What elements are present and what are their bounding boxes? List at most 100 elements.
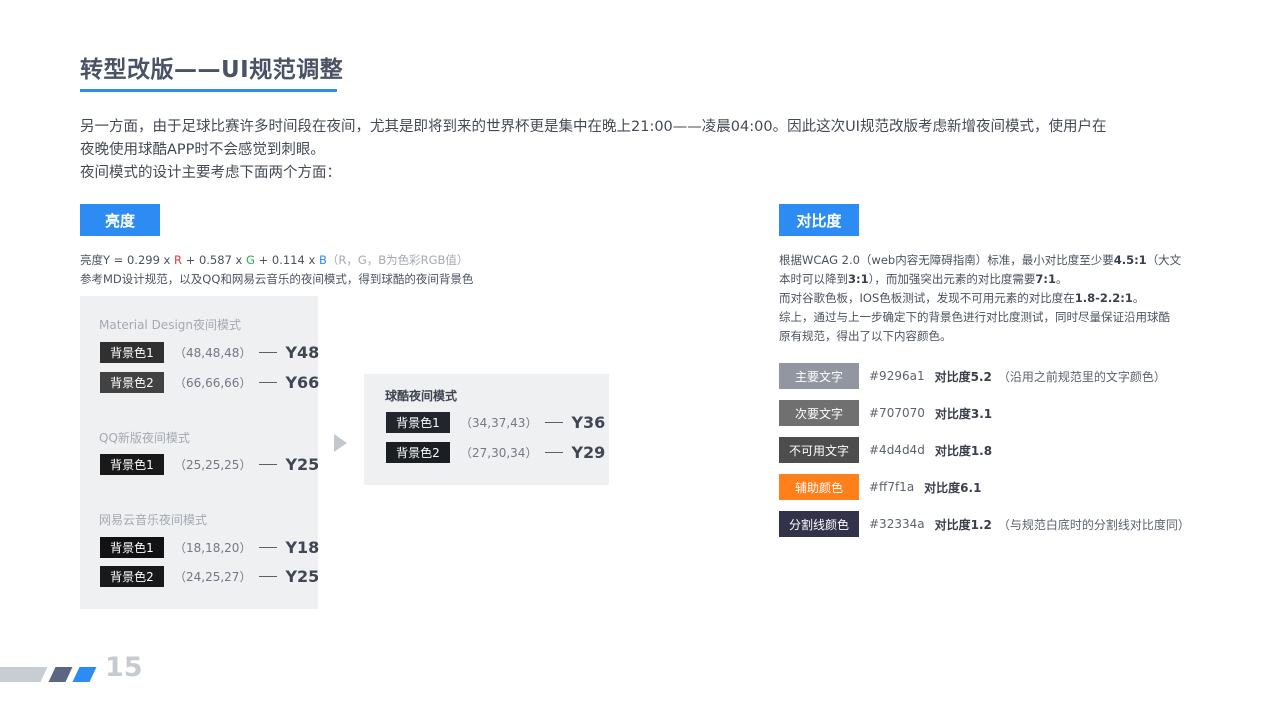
para-bold: 1.8-2.2:1 [1074, 291, 1133, 305]
color-note: （沿用之前规范里的文字颜色） [997, 369, 1166, 384]
dash-line [545, 451, 564, 453]
para-bold: 4.5:1 [1113, 253, 1147, 267]
group-title-qq: QQ新版夜间模式 [99, 431, 190, 445]
color-swatch: 次要文字 [779, 400, 859, 426]
para-text: （大文 [1146, 253, 1182, 267]
luminance-value: Y25 [285, 566, 320, 586]
intro-line-2: 夜晚使用球酷APP时不会感觉到刺眼。 [80, 142, 325, 158]
color-swatch: 主要文字 [779, 363, 859, 389]
intro-line-1: 另一方面，由于足球比赛许多时间段在夜间，尤其是即将到来的世界杯更是集中在晚上21… [80, 119, 1107, 135]
hex-value: #ff7f1a [869, 480, 915, 494]
rgb-value: （66,66,66） [174, 375, 252, 390]
contrast-color-row: 主要文字 #9296a1 对比度5.2 （沿用之前规范里的文字颜色） [779, 363, 1166, 389]
rgb-value: （27,30,34） [460, 445, 538, 460]
group-title-material: Material Design夜间模式 [99, 318, 241, 332]
brightness-formula: 亮度Y = 0.299 x R + 0.587 x G + 0.114 x B（… [80, 252, 468, 268]
contrast-color-row: 次要文字 #707070 对比度3.1 [779, 400, 992, 426]
contrast-color-row: 分割线颜色 #32334a 对比度1.2 （与规范白底时的分割线对比度同） [779, 511, 1190, 537]
para-line: 原有规范，得出了以下内容颜色。 [779, 329, 952, 343]
contrast-ratio: 对比度1.2 [934, 517, 992, 532]
dash-line [259, 575, 278, 577]
dash-line [259, 463, 278, 465]
formula-r: R [174, 253, 183, 267]
formula-note: （R，G，B为色彩RGB值） [326, 253, 469, 267]
color-row: 背景色2 （66,66,66） Y66 [100, 371, 319, 393]
footer-bar-blue [72, 667, 97, 682]
intro-line-3: 夜间模式的设计主要考虑下面两个方面： [80, 165, 341, 181]
color-swatch: 背景色2 [386, 441, 450, 463]
contrast-ratio: 对比度6.1 [924, 480, 982, 495]
para-line: 而对谷歌色板，IOS色板测试，发现不可用元素的对比度在1.8-2.2:1。 [779, 289, 1199, 308]
contrast-color-row: 不可用文字 #4d4d4d 对比度1.8 [779, 437, 992, 463]
color-swatch: 辅助颜色 [779, 474, 859, 500]
luminance-value: Y66 [285, 372, 320, 392]
color-row: 背景色1 （34,37,43） Y36 [386, 411, 605, 433]
para-line: 综上，通过与上一步确定下的背景色进行对比度测试，同时尽量保证沿用球酷 [779, 310, 1170, 324]
hex-value: #9296a1 [869, 369, 925, 383]
luminance-value: Y18 [285, 537, 320, 557]
color-swatch: 背景色2 [100, 371, 164, 393]
contrast-ratio: 对比度1.8 [934, 443, 993, 458]
rgb-value: （25,25,25） [174, 457, 252, 472]
para-bold: 7:1 [1035, 272, 1056, 286]
group-title-qiuku: 球酷夜间模式 [385, 389, 458, 403]
para-text: ），而加强突出元素的对比度需要 [868, 272, 1036, 286]
contrast-color-row: 辅助颜色 #ff7f1a 对比度6.1 [779, 474, 981, 500]
footer-bar-gray [0, 667, 48, 682]
dash-line [545, 421, 564, 423]
color-row: 背景色2 （27,30,34） Y29 [386, 441, 605, 463]
brightness-tag: 亮度 [80, 204, 160, 236]
color-swatch: 背景色2 [100, 565, 164, 587]
rgb-value: （24,25,27） [174, 569, 252, 584]
color-swatch: 不可用文字 [779, 437, 859, 463]
formula-mid2: + 0.114 x [254, 253, 319, 267]
rgb-value: （48,48,48） [174, 345, 252, 360]
contrast-tag: 对比度 [779, 204, 859, 236]
dash-line [259, 351, 278, 353]
color-swatch: 背景色1 [386, 411, 450, 433]
dash-line [259, 546, 278, 548]
footer-bar-navy [48, 667, 73, 682]
formula-b: B [318, 253, 327, 267]
arrow-right-icon [334, 434, 347, 452]
formula-prefix: 亮度Y = 0.299 x [80, 253, 175, 267]
contrast-ratio: 对比度5.2 [934, 369, 992, 384]
rgb-value: （18,18,20） [174, 540, 252, 555]
contrast-ratio: 对比度3.1 [934, 406, 993, 421]
color-note: （与规范白底时的分割线对比度同） [997, 517, 1190, 532]
rgb-value: （34,37,43） [460, 415, 538, 430]
intro-text: 另一方面，由于足球比赛许多时间段在夜间，尤其是即将到来的世界杯更是集中在晚上21… [80, 116, 1210, 185]
color-swatch: 背景色1 [100, 453, 164, 475]
hex-value: #32334a [869, 517, 925, 531]
para-line: 根据WCAG 2.0（web内容无障碍指南）标准，最小对比度至少要4.5:1（大… [779, 251, 1199, 270]
para-bold: 3:1 [848, 272, 869, 286]
color-row: 背景色1 （18,18,20） Y18 [100, 536, 319, 558]
brightness-reference: 参考MD设计规范，以及QQ和网易云音乐的夜间模式，得到球酷的夜间背景色 [80, 272, 474, 286]
group-title-netease: 网易云音乐夜间模式 [99, 513, 208, 527]
para-line: 本时可以降到3:1），而加强突出元素的对比度需要7:1。 [779, 270, 1199, 289]
para-text: 。 [1055, 272, 1068, 286]
dash-line [259, 381, 278, 383]
color-row: 背景色2 （24,25,27） Y25 [100, 565, 319, 587]
color-swatch: 分割线颜色 [779, 511, 859, 537]
hex-value: #4d4d4d [869, 443, 925, 457]
contrast-description: 根据WCAG 2.0（web内容无障碍指南）标准，最小对比度至少要4.5:1（大… [779, 251, 1199, 346]
para-text: 。 [1132, 291, 1145, 305]
para-text: 根据WCAG 2.0（web内容无障碍指南）标准，最小对比度至少要 [779, 253, 1114, 267]
formula-mid1: + 0.587 x [182, 253, 247, 267]
title-underline [80, 89, 337, 92]
para-text: 本时可以降到 [779, 272, 848, 286]
luminance-value: Y48 [285, 342, 320, 362]
color-row: 背景色1 （48,48,48） Y48 [100, 341, 319, 363]
luminance-value: Y36 [571, 412, 606, 432]
luminance-value: Y29 [571, 442, 606, 462]
formula-g: G [246, 253, 255, 267]
color-row: 背景色1 （25,25,25） Y25 [100, 453, 319, 475]
color-swatch: 背景色1 [100, 536, 164, 558]
page-number: 15 [105, 652, 143, 683]
page-title: 转型改版——UI规范调整 [80, 57, 344, 83]
luminance-value: Y25 [285, 454, 320, 474]
hex-value: #707070 [869, 406, 925, 420]
para-text: 而对谷歌色板，IOS色板测试，发现不可用元素的对比度在 [779, 291, 1075, 305]
color-swatch: 背景色1 [100, 341, 164, 363]
